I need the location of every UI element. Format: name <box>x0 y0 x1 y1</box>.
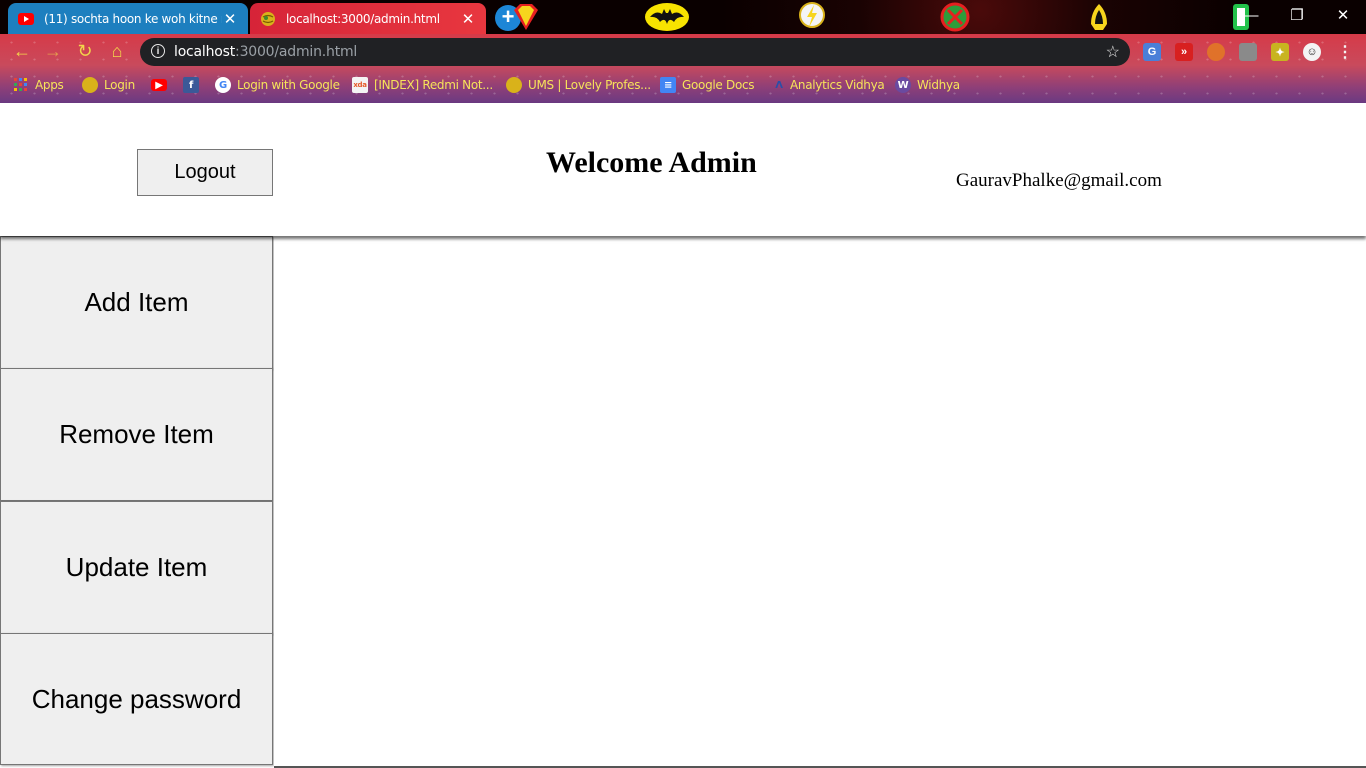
tab-close-icon[interactable]: ✕ <box>222 10 238 28</box>
home-button[interactable]: ⌂ <box>106 40 128 62</box>
bookmark-login[interactable]: Login <box>82 76 135 94</box>
bookmark-widhya[interactable]: W Widhya <box>895 76 960 94</box>
youtube-icon <box>18 11 34 27</box>
window-close-button[interactable]: ✕ <box>1320 0 1366 30</box>
minimize-button[interactable]: — <box>1228 0 1274 30</box>
bookmark-apps[interactable]: Apps <box>13 76 64 94</box>
change-password-button[interactable]: Change password <box>0 633 273 765</box>
analytics-icon: Λ <box>775 79 783 91</box>
bookmark-analytics-vidhya[interactable]: Λ Analytics Vidhya <box>774 76 885 94</box>
translate-extension-icon[interactable]: G <box>1143 43 1161 61</box>
url-path: :3000/admin.html <box>235 44 358 60</box>
bookmark-youtube[interactable]: ▶ <box>151 76 173 94</box>
page-title: Welcome Admin <box>546 146 757 179</box>
admin-sidebar: Add Item Remove Item Update Item Change … <box>0 236 274 768</box>
puzzle-extension-icon[interactable]: ✦ <box>1271 43 1289 61</box>
bookmark-login-google[interactable]: G Login with Google <box>215 76 340 94</box>
bookmark-star-icon[interactable]: ☆ <box>1106 42 1120 62</box>
bookmark-facebook[interactable]: f <box>183 76 205 94</box>
bookmark-label: Analytics Vidhya <box>790 78 885 92</box>
apps-grid-icon <box>13 77 29 93</box>
page-header: Logout Welcome Admin GauravPhalke@gmail.… <box>0 103 1366 236</box>
browser-tab-admin[interactable]: localhost:3000/admin.html ✕ <box>250 3 486 34</box>
martian-logo-icon <box>938 0 972 34</box>
address-bar[interactable]: i localhost:3000/admin.html ☆ <box>140 38 1130 66</box>
bookmark-ums[interactable]: UMS | Lovely Profes... <box>506 76 651 94</box>
aquaman-logo-icon <box>1084 0 1114 34</box>
info-icon[interactable]: i <box>151 44 165 58</box>
globe-icon <box>506 77 522 93</box>
batman-logo-icon <box>643 0 691 34</box>
browser-tab-youtube[interactable]: (11) sochta hoon ke woh kitne m ✕ <box>8 3 248 34</box>
bookmark-xda[interactable]: xda [INDEX] Redmi Not... <box>352 76 493 94</box>
orange-extension-icon[interactable] <box>1207 43 1225 61</box>
add-item-button[interactable]: Add Item <box>0 236 273 369</box>
restore-button[interactable]: ❐ <box>1274 0 1320 30</box>
bookmark-label: UMS | Lovely Profes... <box>528 78 651 92</box>
grey-extension-icon[interactable] <box>1239 43 1257 61</box>
globe-icon <box>82 77 98 93</box>
user-email: GauravPhalke@gmail.com <box>956 170 1162 191</box>
admin-page: Logout Welcome Admin GauravPhalke@gmail.… <box>0 103 1366 768</box>
flash-logo-icon <box>797 0 827 34</box>
bookmark-label: Login with Google <box>237 78 340 92</box>
widhya-icon: W <box>895 77 911 93</box>
youtube-icon: ▶ <box>151 79 167 91</box>
bookmark-label: Login <box>104 78 135 92</box>
bookmark-google-docs[interactable]: ≡ Google Docs <box>660 76 755 94</box>
xda-icon: xda <box>352 77 368 93</box>
url-host: localhost <box>174 44 236 60</box>
docs-icon: ≡ <box>660 77 676 93</box>
bookmark-label: Widhya <box>917 78 960 92</box>
bookmark-label: [INDEX] Redmi Not... <box>374 78 493 92</box>
menu-kebab-icon[interactable]: ⋮ <box>1336 43 1354 61</box>
media-extension-icon[interactable]: » <box>1175 43 1193 61</box>
globe-icon <box>260 11 276 27</box>
superman-logo-icon <box>510 0 542 34</box>
back-button[interactable]: ← <box>11 40 33 62</box>
facebook-icon: f <box>183 77 199 93</box>
remove-item-button[interactable]: Remove Item <box>0 368 273 501</box>
reload-button[interactable]: ↻ <box>74 40 96 62</box>
tab-title: localhost:3000/admin.html <box>286 11 440 26</box>
profile-avatar[interactable]: ☺ <box>1303 43 1321 61</box>
forward-button[interactable]: → <box>42 40 64 62</box>
tab-strip: (11) sochta hoon ke woh kitne m ✕ localh… <box>0 0 1366 34</box>
main-content <box>274 236 1366 768</box>
bookmarks-bar: Apps Login ▶ f G Login with Google xda [… <box>0 72 1366 96</box>
update-item-button[interactable]: Update Item <box>0 501 273 634</box>
tab-title: (11) sochta hoon ke woh kitne m <box>44 11 222 26</box>
logout-button[interactable]: Logout <box>137 149 273 196</box>
address-url[interactable]: localhost:3000/admin.html <box>174 44 357 60</box>
bookmark-label: Google Docs <box>682 78 755 92</box>
google-icon: G <box>215 77 231 93</box>
bookmark-label: Apps <box>35 78 64 92</box>
tab-close-icon[interactable]: ✕ <box>460 10 476 28</box>
